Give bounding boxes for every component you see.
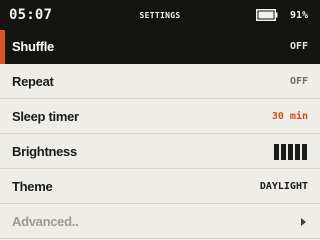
settings-row-theme[interactable]: Theme DAYLIGHT [0, 170, 320, 204]
setting-value: OFF [289, 76, 308, 87]
settings-row-advanced[interactable]: Advanced.. [0, 205, 320, 239]
setting-label: Advanced.. [12, 214, 79, 229]
settings-row-shuffle[interactable]: Shuffle OFF [0, 30, 320, 64]
brightness-bar [274, 144, 279, 160]
brightness-bar [281, 144, 286, 160]
chevron-right-icon [301, 218, 306, 226]
settings-row-brightness[interactable]: Brightness [0, 135, 320, 169]
status-bar: 05:07 SETTINGS 91% [0, 0, 320, 30]
setting-label: Shuffle [12, 39, 54, 54]
setting-value: DAYLIGHT [259, 181, 308, 192]
settings-screen: 05:07 SETTINGS 91% Shuffle OFF Repeat OF… [0, 0, 320, 240]
settings-row-sleep-timer[interactable]: Sleep timer 30 min [0, 100, 320, 134]
battery-icon [256, 9, 278, 21]
brightness-bar [288, 144, 293, 160]
brightness-bar [302, 144, 307, 160]
brightness-level-bars [272, 144, 307, 160]
setting-value: OFF [289, 41, 308, 52]
setting-label: Sleep timer [12, 109, 79, 124]
selection-indicator [0, 30, 5, 64]
brightness-bar [295, 144, 300, 160]
battery-percent: 91% [290, 10, 309, 21]
setting-label: Theme [12, 179, 53, 194]
setting-label: Brightness [12, 144, 77, 159]
setting-value: 30 min [271, 111, 308, 122]
setting-label: Repeat [12, 74, 54, 89]
settings-row-repeat[interactable]: Repeat OFF [0, 65, 320, 99]
